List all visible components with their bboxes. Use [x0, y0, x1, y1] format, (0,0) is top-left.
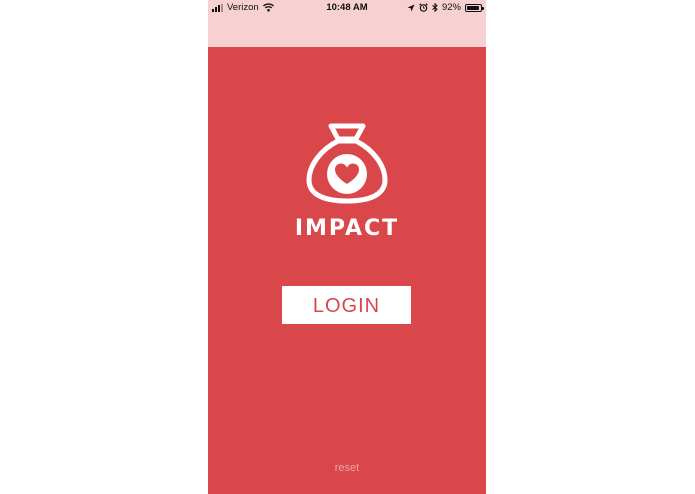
money-bag-heart-icon — [306, 123, 388, 204]
login-button[interactable]: LOGIN — [282, 286, 411, 324]
battery-icon — [465, 3, 484, 12]
reset-link[interactable]: reset — [208, 462, 486, 474]
status-row: Verizon 10:48 AM 92% — [208, 0, 486, 16]
battery-tip — [482, 6, 484, 10]
bluetooth-icon — [432, 3, 438, 12]
battery-level-fill — [467, 5, 479, 10]
status-bar: Verizon 10:48 AM 92% — [208, 0, 486, 47]
status-icons: 92% — [407, 2, 484, 13]
app-screen: Verizon 10:48 AM 92% IMPACT LOGIN reset — [208, 0, 486, 494]
brand-name: IMPACT — [294, 216, 400, 241]
alarm-icon — [419, 3, 428, 12]
location-icon — [407, 4, 415, 11]
battery-percentage: 92% — [441, 2, 461, 13]
